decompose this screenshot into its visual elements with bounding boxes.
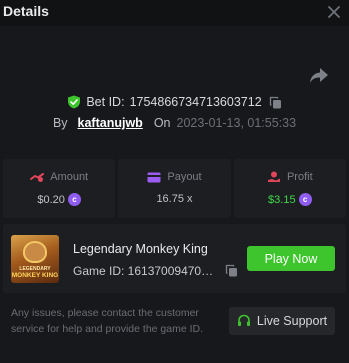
modal-header: Details [0, 0, 349, 26]
stat-amount-value: $0.20 [37, 193, 65, 206]
coin-icon: c [298, 193, 312, 206]
stat-profit-value-row: $3.15 c [234, 193, 346, 206]
game-name: Legendary Monkey King [73, 242, 208, 256]
stat-amount-value-row: $0.20 c [3, 193, 115, 206]
stat-amount: Amount $0.20 c [3, 159, 116, 218]
live-support-button[interactable]: Live Support [229, 307, 335, 335]
bet-author-row: By kaftanujwb On 2023-01-13, 01:55:33 [0, 114, 349, 132]
bet-id-value: 1754866734713603712 [129, 95, 262, 109]
help-text: Any issues, please contact the customer … [11, 307, 204, 335]
by-label: By [52, 116, 68, 130]
username-link[interactable]: kaftanujwb [78, 116, 143, 130]
stat-amount-label: Amount [50, 171, 89, 183]
stat-payout-label: Payout [167, 171, 202, 183]
copy-icon[interactable] [269, 96, 282, 109]
bet-id-label: Bet ID: [86, 95, 125, 109]
stat-profit-value: $3.15 [268, 193, 296, 206]
stat-payout: Payout 16.75 x [118, 159, 231, 218]
coin-icon: c [67, 193, 81, 206]
bet-datetime: 2023-01-13, 01:55:33 [176, 116, 297, 130]
live-support-label: Live Support [256, 314, 328, 328]
on-label: On [153, 116, 171, 130]
stat-profit: Profit $3.15 c [233, 159, 346, 218]
thumbnail-title-line2: MONKEY KING [11, 272, 59, 279]
modal-title: Details [3, 3, 49, 19]
game-thumbnail[interactable]: LEGENDARY MONKEY KING [11, 235, 59, 283]
stat-profit-label-row: Profit [234, 171, 346, 183]
verified-shield-icon [68, 95, 81, 109]
game-card: LEGENDARY MONKEY KING Legendary Monkey K… [3, 224, 346, 293]
stat-payout-value: 16.75 x [156, 193, 193, 205]
play-now-button[interactable]: Play Now [247, 246, 335, 271]
bet-stats: Amount $0.20 c Payout 16.75 x Profit $3.… [3, 159, 346, 218]
hand-coin-icon [267, 171, 280, 182]
bet-id-row: Bet ID: 1754866734713603712 [0, 93, 349, 111]
coins-icon [30, 173, 45, 182]
bet-details-modal: Details Bet ID: 1754866734713603712 By k… [0, 0, 349, 363]
stat-profit-label: Profit [286, 171, 313, 183]
copy-icon[interactable] [225, 264, 238, 277]
headset-icon [237, 314, 250, 326]
card-icon [147, 172, 161, 182]
stat-payout-value-row: 16.75 x [118, 193, 230, 205]
close-icon[interactable] [326, 4, 342, 20]
stat-amount-label-row: Amount [3, 171, 115, 183]
monkey-king-art [23, 241, 47, 263]
stat-payout-label-row: Payout [118, 171, 230, 183]
game-id: Game ID: 1613700947061... [73, 264, 218, 278]
share-icon[interactable] [309, 66, 329, 84]
